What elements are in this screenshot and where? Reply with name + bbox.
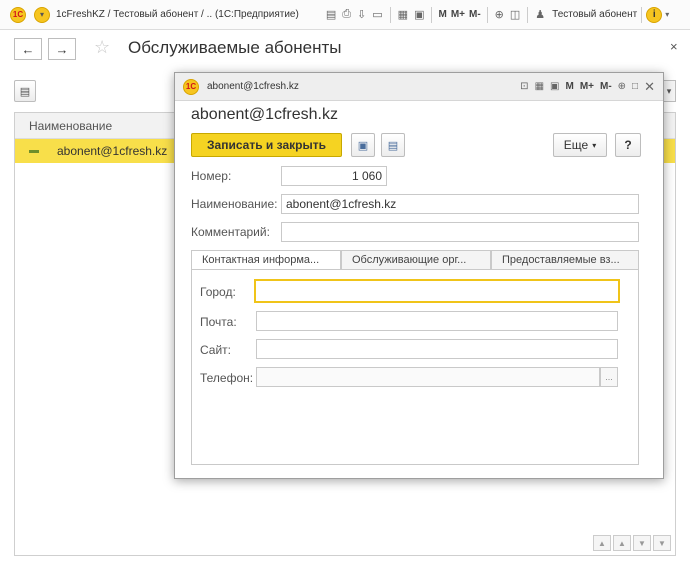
phone-select-button[interactable]: ...: [600, 367, 618, 387]
mail-label: Почта:: [200, 315, 237, 329]
name-label: Наименование:: [191, 197, 278, 211]
tab-contact-info[interactable]: Контактная информа...: [191, 250, 341, 270]
save-button[interactable]: ▣: [351, 133, 375, 157]
1c-logo-icon: 1С: [10, 6, 26, 23]
calculator-icon[interactable]: ▦: [535, 81, 544, 92]
main-menu-icon[interactable]: ▾: [34, 6, 50, 23]
contact-info-panel: Город: Почта: Сайт: Телефон: ...: [191, 269, 639, 465]
scroll-up-icon[interactable]: ▲: [613, 535, 631, 551]
preview-icon[interactable]: ▭: [372, 8, 382, 21]
site-field[interactable]: [256, 339, 618, 359]
calendar-icon[interactable]: ▣: [550, 81, 559, 92]
number-label: Номер:: [191, 169, 232, 183]
calendar-icon[interactable]: ▣: [414, 8, 424, 21]
city-field[interactable]: [254, 279, 620, 303]
comment-field[interactable]: [281, 222, 639, 242]
dialog-header: 1С abonent@1cfresh.kz ⊡ ▦ ▣ M M+ M- ⊕ □ …: [175, 73, 663, 101]
more-label: Еще: [563, 138, 589, 152]
dialog-heading: abonent@1cfresh.kz: [191, 106, 338, 123]
chevron-down-icon: ▾: [666, 85, 672, 96]
save-icon[interactable]: ▤: [326, 8, 336, 21]
site-label: Сайт:: [200, 343, 232, 357]
window-title: 1cFreshKZ / Тестовый абонент / .. (1С:Пр…: [56, 9, 299, 20]
phone-label: Телефон:: [200, 371, 254, 385]
abonent-dialog: 1С abonent@1cfresh.kz ⊡ ▦ ▣ M M+ M- ⊕ □ …: [174, 72, 664, 479]
memory-plus-button[interactable]: M+: [580, 81, 594, 92]
attach-icon[interactable]: ⇩: [357, 8, 366, 21]
phone-field[interactable]: [256, 367, 600, 387]
dialog-tabs: Контактная информа... Обслуживающие орг.…: [191, 250, 639, 270]
document-icon: ▤: [19, 85, 31, 98]
memory-m-button[interactable]: M: [565, 81, 573, 92]
name-field[interactable]: abonent@1cfresh.kz: [281, 194, 639, 214]
comment-label: Комментарий:: [191, 225, 270, 239]
memory-m-button[interactable]: M: [438, 9, 446, 20]
memory-plus-button[interactable]: M+: [451, 9, 465, 20]
current-user[interactable]: Тестовый абонент: [552, 9, 637, 20]
floppy-disk-icon: ▣: [357, 139, 369, 152]
close-icon[interactable]: ✕: [644, 79, 655, 95]
link-icon[interactable]: ⊡: [520, 81, 528, 92]
close-page-icon[interactable]: ×: [670, 39, 678, 54]
save-and-close-button[interactable]: Записать и закрыть: [191, 133, 342, 157]
arrow-left-icon: ←: [21, 41, 35, 57]
number-field[interactable]: 1 060: [281, 166, 387, 186]
list-scroll-controls: ▲ ▲ ▼ ▼: [593, 535, 671, 551]
chevron-down-icon[interactable]: ▾: [665, 10, 669, 19]
chevron-down-icon: ▾: [592, 140, 597, 150]
user-icon: ♟: [535, 9, 546, 21]
tab-service-organizations[interactable]: Обслуживающие орг...: [341, 250, 491, 270]
print-icon[interactable]: ⎙: [342, 8, 351, 21]
memory-minus-button[interactable]: M-: [469, 9, 481, 20]
zoom-icon[interactable]: ⊕: [618, 81, 626, 92]
favorite-star-icon[interactable]: ☆: [94, 37, 110, 58]
app-titlebar: 1С ▾ 1cFreshKZ / Тестовый абонент / .. (…: [0, 0, 690, 30]
scroll-bottom-icon[interactable]: ▼: [653, 535, 671, 551]
info-icon[interactable]: i: [646, 6, 663, 23]
calculator-icon[interactable]: ▦: [398, 8, 408, 21]
more-dropdown-button[interactable]: ▾: [662, 80, 676, 102]
list-report-button[interactable]: ▤: [14, 80, 36, 102]
help-button[interactable]: ?: [615, 133, 641, 157]
dialog-window-title: abonent@1cfresh.kz: [207, 81, 299, 92]
tab-provided-services[interactable]: Предоставляемые вз...: [491, 250, 639, 270]
window-layout-icon[interactable]: ◫: [510, 8, 520, 21]
city-label: Город:: [200, 285, 236, 299]
back-button[interactable]: ←: [14, 38, 42, 60]
maximize-icon[interactable]: □: [632, 81, 638, 92]
scroll-down-icon[interactable]: ▼: [633, 535, 651, 551]
1c-logo-icon: 1С: [183, 78, 199, 95]
arrow-right-icon: →: [55, 41, 69, 57]
more-button[interactable]: Еще ▾: [553, 133, 607, 157]
memory-minus-button[interactable]: M-: [600, 81, 612, 92]
forward-button[interactable]: →: [48, 38, 76, 60]
row-name: abonent@1cfresh.kz: [57, 144, 168, 158]
zoom-icon[interactable]: ⊕: [495, 8, 504, 21]
document-icon: ▤: [387, 139, 399, 152]
item-marker-icon: [29, 150, 39, 153]
report-button[interactable]: ▤: [381, 133, 405, 157]
page-title: Обслуживаемые абоненты: [128, 38, 342, 57]
mail-field[interactable]: [256, 311, 618, 331]
scroll-top-icon[interactable]: ▲: [593, 535, 611, 551]
